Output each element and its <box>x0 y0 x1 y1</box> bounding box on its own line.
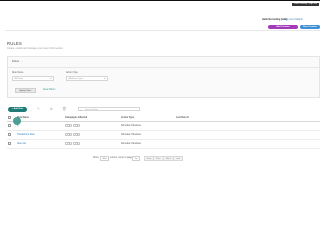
sign-out-link[interactable]: Sign out of Admin <box>284 18 303 21</box>
filters-toggle[interactable]: Filters <box>12 60 19 63</box>
show-label: Show <box>93 157 99 159</box>
copy-icon[interactable]: ⧉ <box>50 107 53 111</box>
filter-panel: Filters ⌄ Rule Name All Rules ▼ Action T… <box>7 56 320 98</box>
row-select-cell <box>7 130 16 140</box>
page-size-select[interactable]: 10 ▾ <box>100 156 110 161</box>
rule-name-value: All Rules <box>14 78 24 80</box>
action-type-label: Action Type <box>66 72 78 74</box>
delete-icon[interactable]: 🗑 <box>62 107 67 111</box>
table-row[interactable]: Thanksform Rule 1 ▾ 1 ▾ Schedule Handove… <box>7 130 320 140</box>
last-run-cell <box>175 130 320 140</box>
page-title: RULES <box>7 41 22 46</box>
campaigns-cell: 1 ▾ 1 ▾ <box>64 130 120 140</box>
last-page-button[interactable]: Last <box>173 156 184 161</box>
top-bar: Hello Stanley | Sign out <box>0 0 320 18</box>
row-checkbox[interactable] <box>8 132 11 136</box>
select-all-checkbox[interactable] <box>8 116 11 120</box>
row-select-cell <box>7 139 16 149</box>
new-creative-button[interactable]: New Creative <box>300 25 320 29</box>
rules-table: Rule Name Campaigns Affected Action Type… <box>7 115 320 149</box>
edit-icon[interactable]: ✎ <box>37 107 40 111</box>
campaign-count-dropdown[interactable]: 1 ▾ <box>73 132 81 137</box>
campaign-count-dropdown[interactable]: 1 ▾ <box>73 123 81 128</box>
action-type-cell: Schedule Handover <box>120 121 175 131</box>
search-icon: ⌕ <box>80 107 82 112</box>
table-row[interactable]: New rule 1 ▾ 1 ▾ Schedule Handover <box>7 139 320 149</box>
table-row[interactable]: a 1 ▾ 1 ▾ Schedule Handover <box>7 121 320 131</box>
rule-name-select[interactable]: All Rules ▼ <box>12 76 54 81</box>
action-type-select[interactable]: All Action Type ▼ <box>66 76 108 81</box>
search-placeholder: Search Rules <box>85 108 99 111</box>
action-type-value: All Action Type <box>68 78 83 80</box>
add-creative-button[interactable]: Add Creative <box>268 25 298 29</box>
rule-name-cell: Thanksform Rule <box>16 130 64 140</box>
last-run-cell <box>175 121 320 131</box>
table-toolbar: + Add Rule ✎ ⧉ 🗑 ⌕ Search Rules <box>7 106 320 114</box>
rule-name-cell: a <box>16 121 64 131</box>
rule-name-label: Rule Name <box>12 72 24 74</box>
entries-label: entries, Jump to page <box>110 157 133 159</box>
rule-name-link[interactable]: Thanksform Rule <box>17 134 35 136</box>
click-highlight <box>13 117 21 125</box>
campaign-count-dropdown[interactable]: 1 ▾ <box>65 123 73 128</box>
campaigns-cell: 1 ▾ 1 ▾ <box>64 121 120 131</box>
add-rule-button[interactable]: + Add Rule <box>8 106 27 112</box>
pagination-bar: Show 10 ▾ entries, Jump to page 1 ▾ Firs… <box>7 156 320 162</box>
action-type-cell: Schedule Handover <box>120 139 175 149</box>
row-checkbox[interactable] <box>8 123 11 127</box>
campaigns-cell: 1 ▾ 1 ▾ <box>64 139 120 149</box>
last-run-cell <box>175 139 320 149</box>
top-edge-line <box>0 0 320 1</box>
campaign-count-dropdown[interactable]: 1 ▾ <box>65 132 73 137</box>
apply-filters-button[interactable]: Apply Filters <box>15 88 36 93</box>
chevron-down-icon[interactable]: ⌄ <box>21 60 23 63</box>
page-subtitle: Create, enable and manage your rules in … <box>7 47 63 50</box>
chevron-down-icon: ▼ <box>49 78 52 80</box>
search-input[interactable]: ⌕ Search Rules <box>78 106 140 112</box>
rule-name-link[interactable]: New rule <box>17 143 26 145</box>
row-checkbox[interactable] <box>8 141 11 145</box>
campaign-count-dropdown[interactable]: 1 ▾ <box>65 141 73 146</box>
clear-filters-link[interactable]: Clear Filters <box>43 89 55 91</box>
campaign-count-dropdown[interactable]: 1 ▾ <box>73 141 81 146</box>
action-type-cell: Schedule Handover <box>120 130 175 140</box>
next-page-button[interactable]: Next <box>163 156 174 161</box>
user-badge[interactable]: Hello Stanley | Sign out <box>292 3 319 7</box>
chevron-down-icon: ▼ <box>103 78 106 80</box>
jump-to-page-select[interactable]: 1 ▾ <box>132 156 140 161</box>
prev-page-button[interactable]: Prev <box>153 156 164 161</box>
rule-name-cell: New rule <box>16 139 64 149</box>
